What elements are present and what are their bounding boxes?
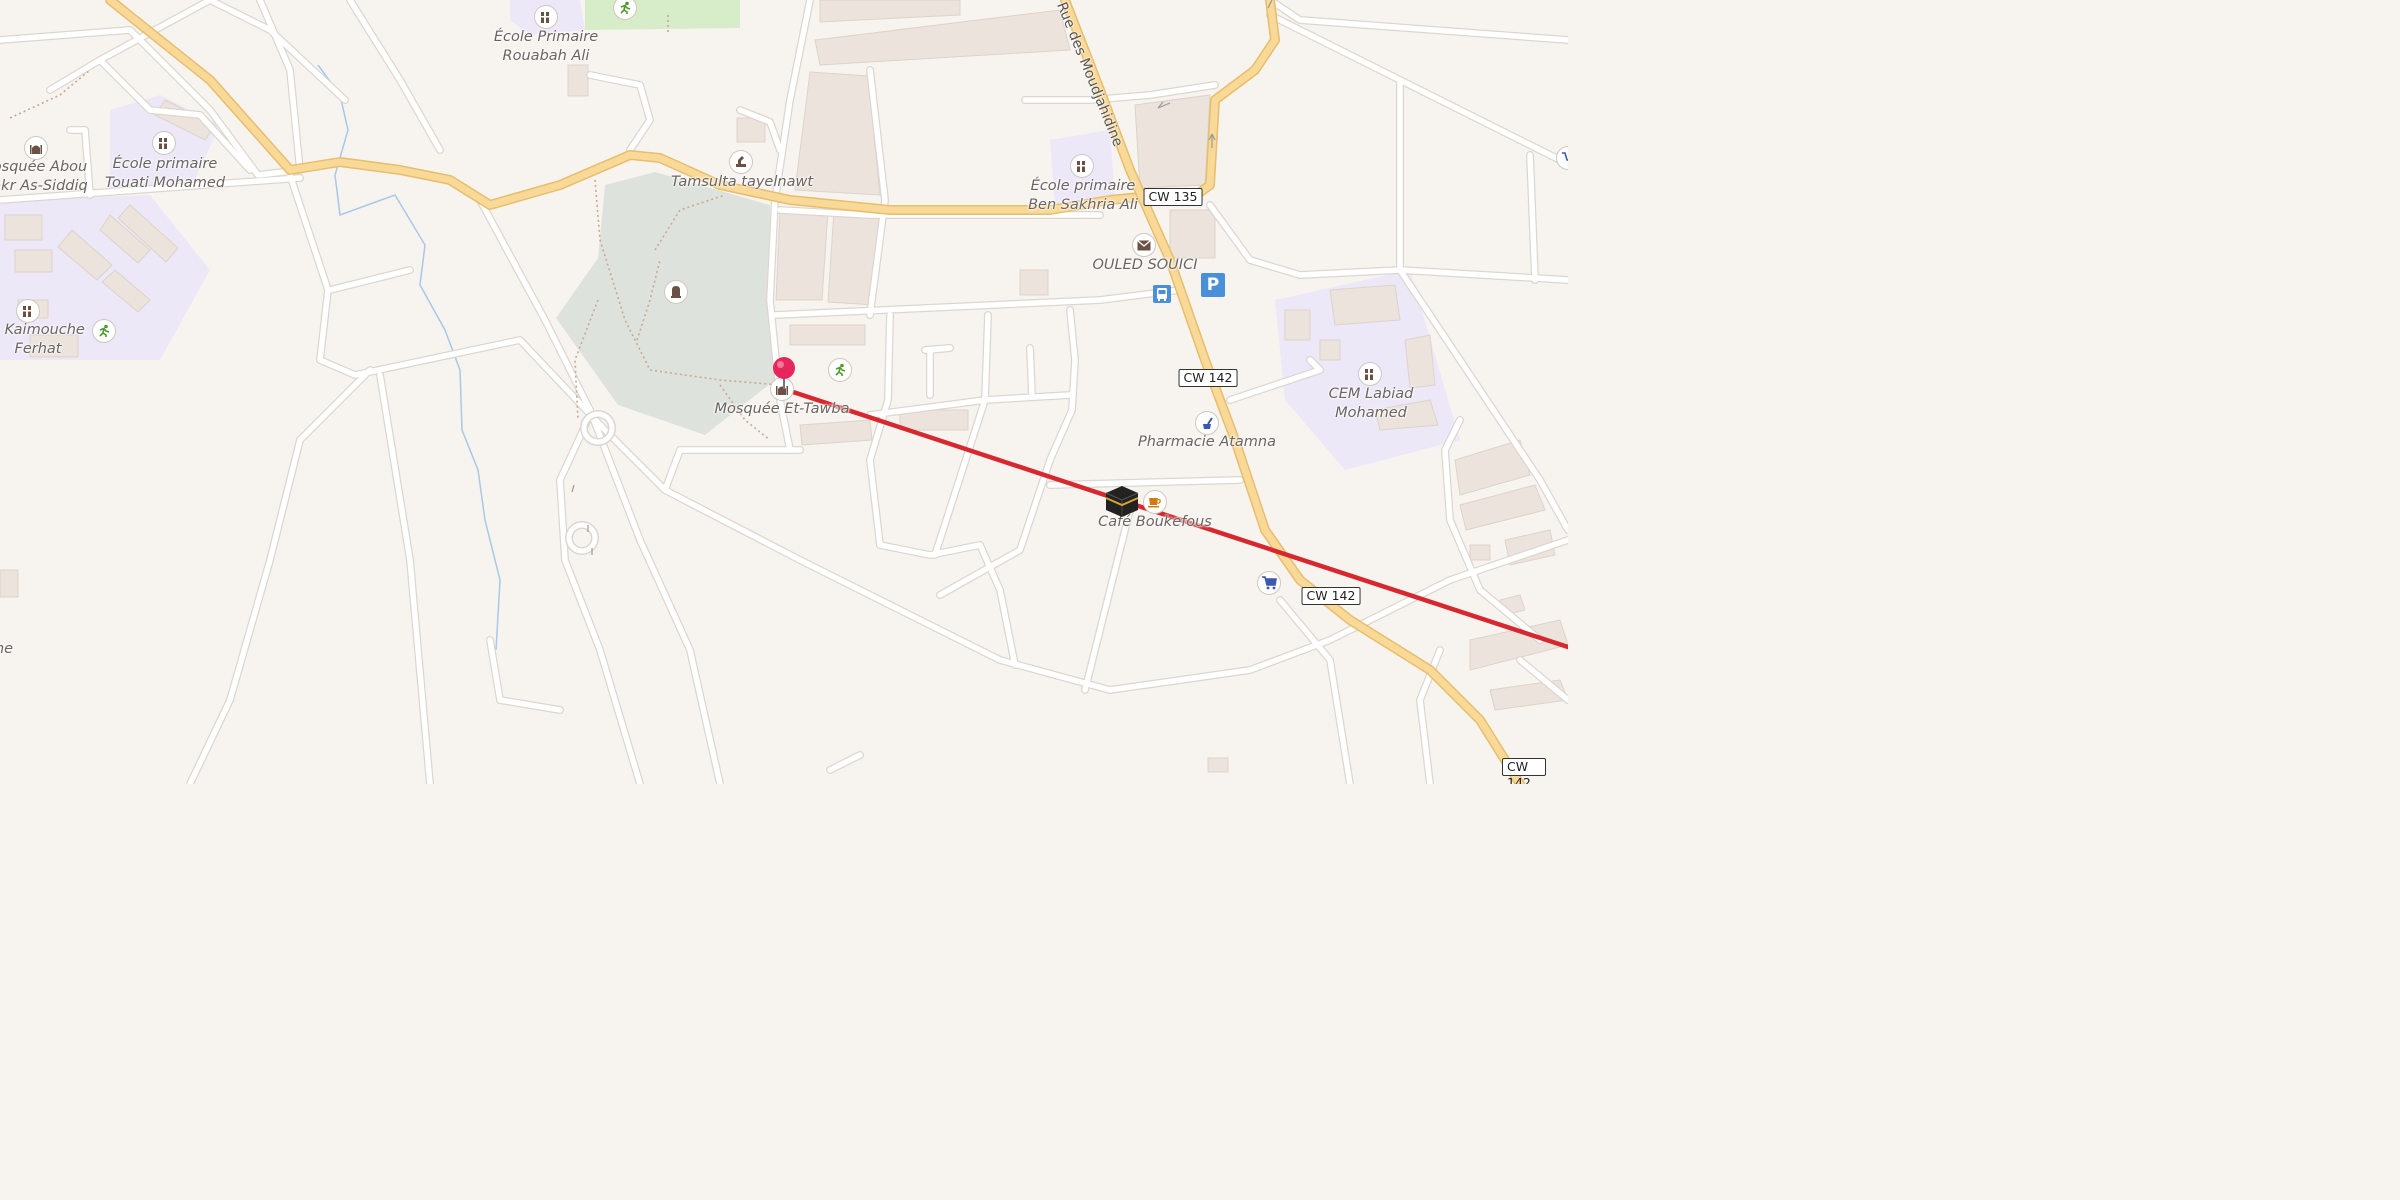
green-area-top [585, 0, 740, 30]
label-ecole-rouabah: École Primaire Rouabah Ali [493, 29, 599, 64]
label-ecole-ben-sakhria: École primaire Ben Sakhria Ali [1028, 178, 1138, 213]
post-office-icon[interactable] [1132, 233, 1156, 257]
townhall-icon[interactable] [729, 150, 753, 174]
shield-cw142: CW 142 [1178, 369, 1238, 387]
map-canvas[interactable]: Rue des Moudjahidine École Primaire Roua… [0, 0, 1568, 784]
shield-cw135: CW 135 [1143, 188, 1203, 206]
shield-cw142: CW 142 [1502, 758, 1546, 784]
sport-icon[interactable] [92, 319, 116, 343]
cemetery-area [556, 172, 775, 435]
label-tamsulta: Tamsulta tayelnawt [670, 174, 814, 190]
shield-cw142: CW 142 [1301, 587, 1361, 605]
label-kaimouche: e Kaimouche Ferhat [0, 322, 85, 357]
label-mosquee-tawba: Mosquée Et-Tawba [714, 401, 850, 417]
label-pharmacie: Pharmacie Atamna [1137, 434, 1277, 450]
school-icon[interactable] [1358, 362, 1382, 386]
mosque-icon[interactable] [24, 136, 48, 160]
parking-icon[interactable]: P [1201, 273, 1225, 297]
shop-icon[interactable] [1257, 571, 1281, 595]
school-icon[interactable] [534, 5, 558, 29]
kaaba-icon[interactable] [1104, 484, 1140, 518]
school-icon[interactable] [16, 299, 40, 323]
school-icon[interactable] [152, 131, 176, 155]
cafe-icon[interactable] [1143, 490, 1167, 514]
pharmacy-icon[interactable] [1195, 411, 1219, 435]
label-partial: he [0, 641, 14, 657]
label-ecole-touati: École primaire Touati Mohamed [104, 156, 226, 191]
school-icon[interactable] [1070, 154, 1094, 178]
label-cem-labiad: CEM Labiad Mohamed [1328, 386, 1414, 421]
bus-stop-icon[interactable] [1153, 285, 1171, 303]
sport-icon[interactable] [828, 358, 852, 382]
label-mosquee-abou-bakr: osquée Abou akr As-Siddiq [0, 159, 88, 194]
label-ouled-souici: OULED SOUICI [1092, 257, 1198, 273]
location-pin-icon[interactable] [772, 356, 796, 390]
grave-icon[interactable] [664, 280, 688, 304]
